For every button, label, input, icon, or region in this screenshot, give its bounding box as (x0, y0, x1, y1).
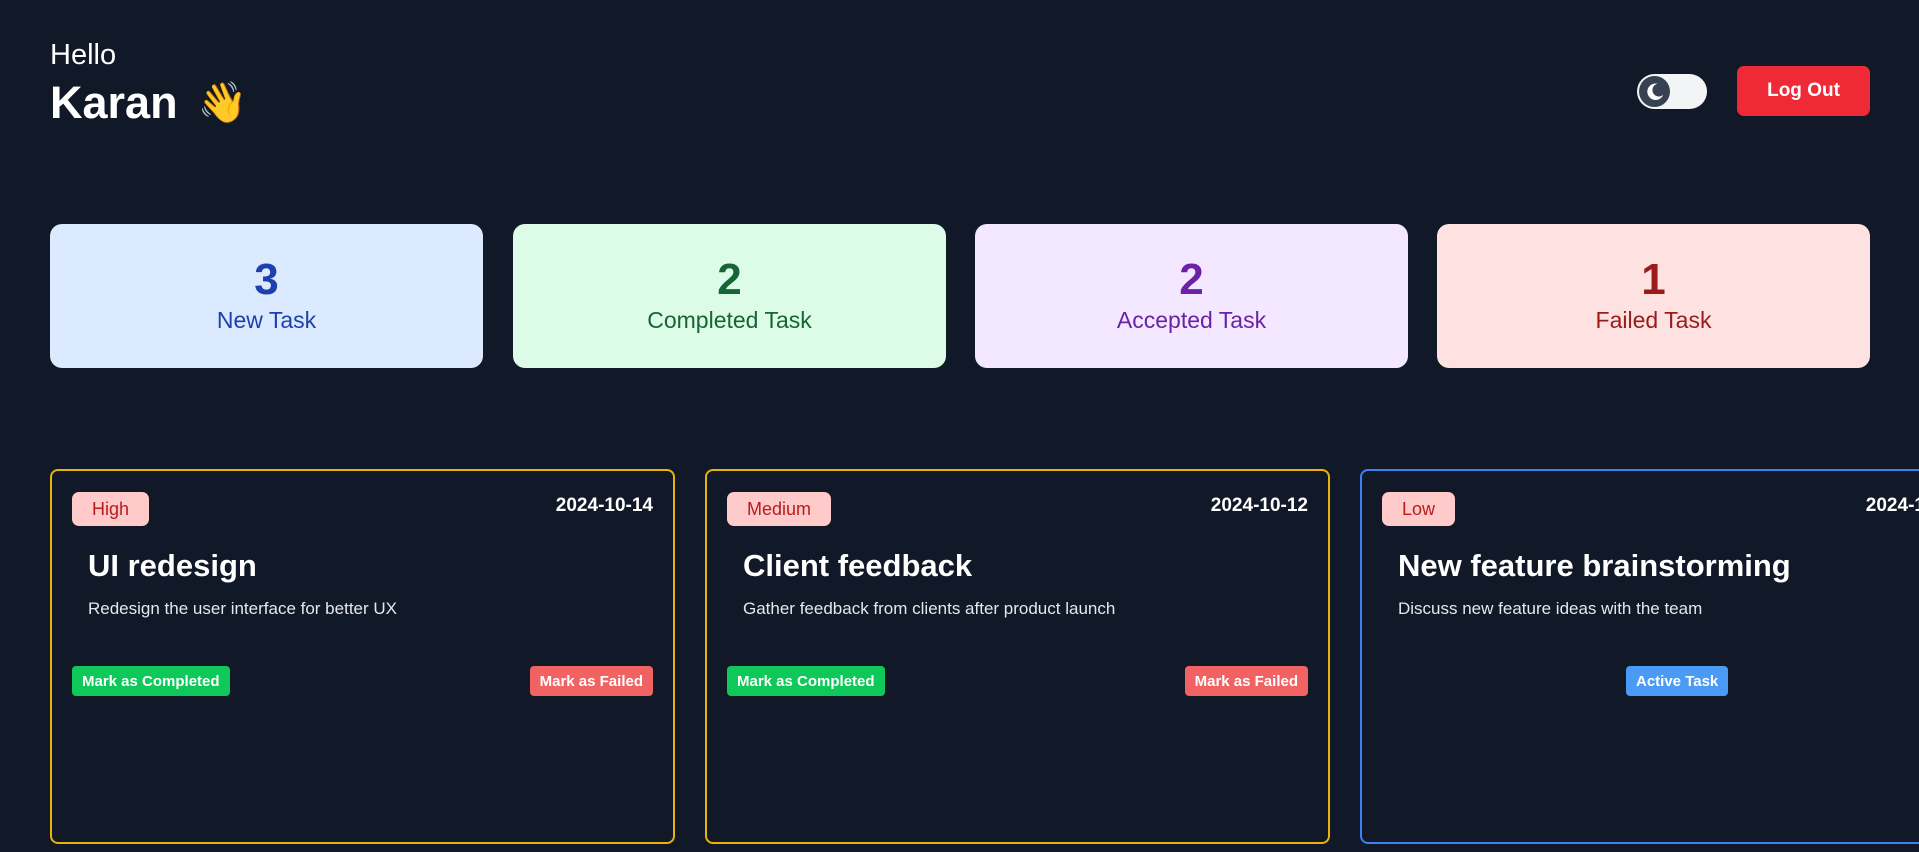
mark-failed-button[interactable]: Mark as Failed (1184, 666, 1308, 696)
task-date: 2024-10-14 (555, 495, 653, 516)
task-description: Redesign the user interface for better U… (88, 599, 397, 618)
logout-button[interactable]: Log Out (1737, 66, 1870, 116)
mark-completed-button[interactable]: Mark as Completed (727, 666, 885, 696)
task-title: UI redesign (88, 548, 257, 583)
task-title: Client feedback (743, 548, 973, 583)
theme-toggle[interactable] (1637, 74, 1707, 109)
stat-label: Failed Task (1595, 307, 1712, 333)
greeting-block: Hello Karan 👋 (50, 38, 247, 130)
stat-label: Completed Task (647, 307, 812, 333)
stat-count: 3 (254, 255, 279, 304)
wave-icon: 👋 (197, 81, 248, 125)
employee-dashboard: Hello Karan 👋 Log Out 3 New Task 2 Compl… (0, 0, 1919, 852)
task-date: 2024-10-12 (1210, 495, 1308, 516)
task-card: Medium 2024-10-12 Client feedback Gather… (705, 469, 1330, 844)
task-title: New feature brainstorming (1398, 548, 1791, 583)
stat-count: 1 (1641, 255, 1666, 304)
priority-badge: High (72, 492, 150, 526)
mark-failed-button[interactable]: Mark as Failed (529, 666, 653, 696)
mark-completed-button[interactable]: Mark as Completed (72, 666, 230, 696)
priority-badge: Medium (727, 492, 832, 526)
moon-icon (1639, 76, 1670, 107)
task-description: Gather feedback from clients after produ… (743, 599, 1116, 618)
stat-card-accepted: 2 Accepted Task (975, 224, 1408, 368)
task-stats: 3 New Task 2 Completed Task 2 Accepted T… (50, 224, 1870, 368)
task-date: 2024-10-10 (1865, 495, 1919, 516)
stat-card-failed: 1 Failed Task (1437, 224, 1870, 368)
user-name-row: Karan 👋 (50, 76, 247, 130)
stat-label: New Task (216, 307, 317, 333)
active-task-button[interactable]: Active Task (1626, 666, 1729, 696)
stat-count: 2 (717, 255, 742, 304)
stat-count: 2 (1179, 255, 1204, 304)
task-card: Low 2024-10-10 New feature brainstorming… (1360, 469, 1919, 844)
user-name: Karan (50, 77, 178, 128)
priority-badge: Low (1382, 492, 1456, 526)
greeting-text: Hello (50, 39, 117, 71)
stat-card-completed: 2 Completed Task (513, 224, 946, 368)
task-description: Discuss new feature ideas with the team (1398, 599, 1703, 618)
stat-card-new: 3 New Task (50, 224, 483, 368)
task-card: High 2024-10-14 UI redesign Redesign the… (50, 469, 675, 844)
stat-label: Accepted Task (1116, 307, 1267, 333)
